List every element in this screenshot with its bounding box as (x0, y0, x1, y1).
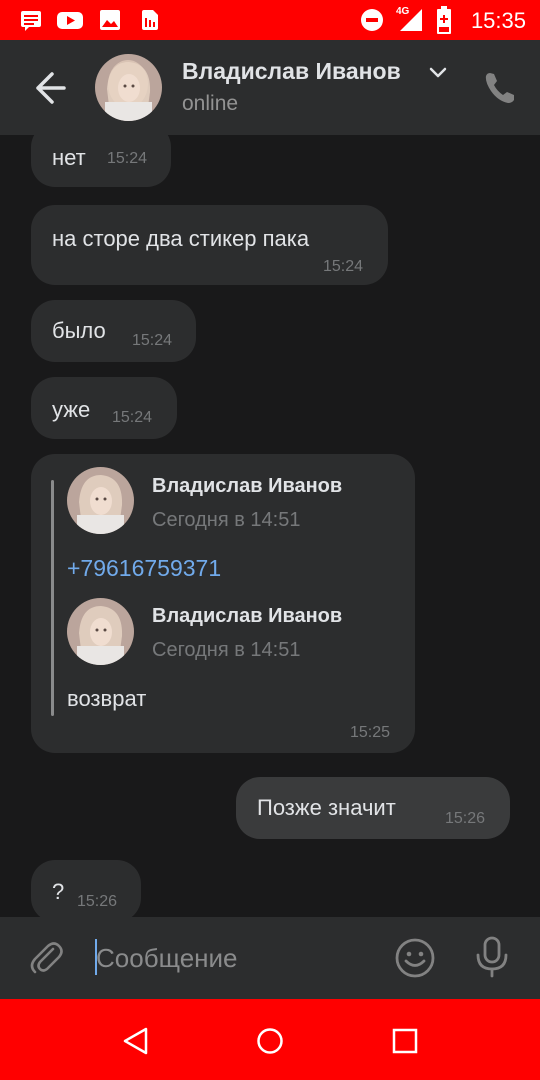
contact-avatar[interactable] (95, 54, 162, 121)
do-not-disturb-icon (361, 9, 383, 31)
outgoing-message-bubble[interactable]: Позже значит 15:26 (236, 777, 510, 839)
home-circle-icon[interactable] (250, 1021, 290, 1061)
forward-quote-bar (51, 480, 54, 716)
message-time: 15:25 (350, 724, 391, 741)
microphone-icon[interactable] (472, 935, 512, 979)
contact-status: online (182, 92, 239, 115)
message-text: нет (52, 145, 86, 170)
message-text: возврат (67, 686, 147, 711)
signal-icon (400, 9, 422, 31)
paperclip-icon[interactable] (28, 939, 66, 977)
sim-icon (142, 10, 158, 30)
gallery-icon (100, 10, 120, 30)
back-arrow-icon[interactable] (22, 68, 72, 108)
emoji-icon[interactable] (394, 937, 436, 979)
message-time: 15:24 (112, 409, 153, 426)
message-bubble[interactable]: было 15:24 (31, 300, 196, 362)
message-text: было (52, 318, 106, 343)
message-text: на сторе два стикер пака (52, 226, 310, 251)
phone-icon[interactable] (482, 70, 518, 106)
status-time: 15:35 (470, 8, 526, 33)
message-time: 15:26 (445, 810, 486, 827)
message-time: 15:24 (132, 332, 173, 349)
message-time: 15:24 (323, 258, 364, 275)
message-bubble[interactable]: ? 15:26 (31, 860, 141, 917)
forward-author-avatar[interactable] (67, 598, 134, 665)
message-composer (0, 917, 540, 999)
message-notification-icon (21, 11, 41, 31)
message-bubble[interactable]: на сторе два стикер пака 15:24 (31, 205, 388, 285)
message-text: Позже значит (257, 795, 396, 820)
message-text: ? (52, 879, 65, 904)
message-time: 15:24 (107, 150, 148, 167)
status-bar: 4G 15:35 (0, 0, 540, 40)
message-text: уже (52, 397, 91, 422)
chevron-down-icon[interactable] (428, 64, 448, 82)
message-bubble[interactable]: уже 15:24 (31, 377, 177, 439)
contact-name[interactable]: Владислав Иванов (182, 58, 401, 85)
phone-number-link[interactable]: +79616759371 (67, 555, 221, 582)
message-list[interactable]: нет 15:24 на сторе два стикер пака 15:24… (0, 135, 540, 917)
navigation-bar (0, 999, 540, 1080)
recents-square-icon[interactable] (385, 1021, 425, 1061)
back-triangle-icon[interactable] (116, 1021, 156, 1061)
message-input[interactable] (96, 937, 376, 979)
chat-screen: 4G 15:35 Владислав Иванов online нет 15:… (0, 0, 540, 1080)
forward-date: Сегодня в 14:51 (152, 509, 301, 531)
forwarded-message-bubble[interactable]: Владислав Иванов Сегодня в 14:51 +796167… (31, 454, 415, 753)
forward-author-name[interactable]: Владислав Иванов (152, 605, 342, 628)
message-bubble[interactable]: нет 15:24 (31, 135, 171, 187)
youtube-icon (57, 12, 83, 29)
forward-date: Сегодня в 14:51 (152, 639, 301, 661)
forward-author-name[interactable]: Владислав Иванов (152, 475, 342, 498)
battery-icon (437, 6, 451, 34)
chat-header: Владислав Иванов online (0, 40, 540, 135)
message-time: 15:26 (77, 893, 118, 910)
forward-author-avatar[interactable] (67, 467, 134, 534)
